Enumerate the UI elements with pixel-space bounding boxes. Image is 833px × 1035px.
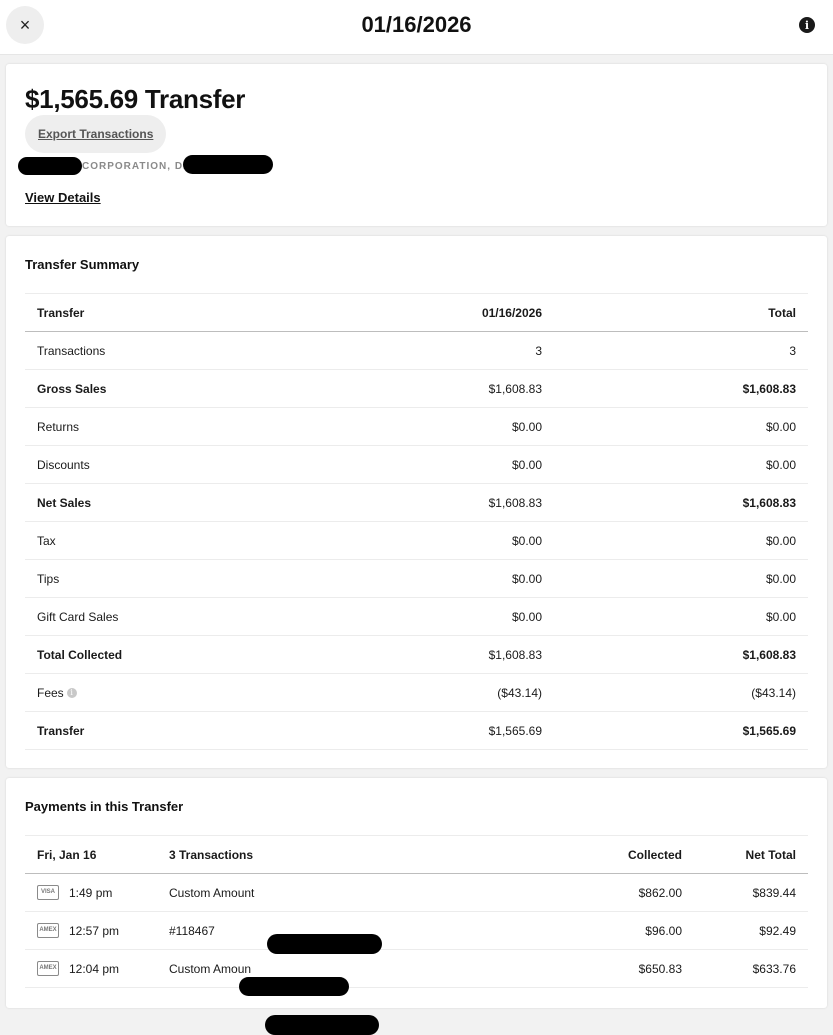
table-row: Transactions 3 3: [25, 331, 808, 370]
row-label: Fees: [37, 685, 64, 700]
payment-description: Custom Amount: [169, 885, 255, 900]
redaction-mark: [239, 976, 349, 996]
row-total-value: $1,608.83: [554, 635, 808, 674]
row-total-value: $1,565.69: [554, 711, 808, 750]
row-total-value: $0.00: [554, 597, 808, 636]
column-header: 3 Transactions: [157, 835, 561, 874]
row-label: Transactions: [25, 331, 340, 370]
info-icon: i: [804, 18, 810, 32]
payments-table: Fri, Jan 16 3 Transactions Collected Net…: [25, 835, 808, 1035]
row-label: Tax: [25, 521, 340, 560]
top-bar: × 01/16/2026 i: [0, 0, 833, 55]
row-date-value: $0.00: [340, 559, 554, 598]
payment-collected: $650.83: [561, 949, 694, 988]
table-row: Tax $0.00 $0.00: [25, 521, 808, 560]
row-date-value: $1,608.83: [340, 483, 554, 522]
redaction-mark: [183, 155, 273, 174]
redaction-mark: [265, 1014, 379, 1035]
table-header-row: Transfer 01/16/2026 Total: [25, 293, 808, 332]
payment-description-cell: Custom Amount: [157, 873, 561, 954]
payment-net-total: $839.44: [694, 873, 808, 912]
transfer-summary-title: Transfer Summary: [25, 257, 140, 272]
row-label: Gross Sales: [25, 369, 340, 408]
row-label: Transfer: [25, 711, 340, 750]
row-date-value: $0.00: [340, 407, 554, 446]
redaction-mark: [18, 157, 82, 175]
row-date-value: ($43.14): [340, 673, 554, 712]
row-total-value: $0.00: [554, 407, 808, 446]
table-header-row: Fri, Jan 16 3 Transactions Collected Net…: [25, 835, 808, 874]
transfer-amount-title: $1,565.69 Transfer: [25, 84, 246, 114]
redaction-mark: [267, 933, 382, 954]
row-total-value: $1,608.83: [554, 483, 808, 522]
payment-row[interactable]: AMEX 12:57 pm #118467 $96.00 $92.49: [25, 911, 808, 996]
table-row: Tips $0.00 $0.00: [25, 559, 808, 598]
fees-info-icon[interactable]: i: [66, 688, 77, 699]
amex-card-icon: AMEX: [37, 923, 59, 939]
payment-description-cell: Custom Amoun: [157, 949, 561, 1035]
payment-time-cell: VISA 1:49 pm: [25, 873, 157, 912]
row-date-value: 3: [340, 331, 554, 370]
info-button[interactable]: i: [799, 17, 815, 33]
column-header: Collected: [561, 835, 694, 874]
payment-net-total: $92.49: [694, 911, 808, 950]
row-date-value: $0.00: [340, 521, 554, 560]
row-date-value: $0.00: [340, 597, 554, 636]
payment-row[interactable]: AMEX 12:04 pm Custom Amoun $650.83 $633.7…: [25, 949, 808, 1035]
row-label: Returns: [25, 407, 340, 446]
table-row: Gift Card Sales $0.00 $0.00: [25, 597, 808, 636]
row-label: Gift Card Sales: [25, 597, 340, 636]
row-label: Total Collected: [25, 635, 340, 674]
payment-time-cell: AMEX 12:57 pm: [25, 911, 157, 950]
row-label: Net Sales: [25, 483, 340, 522]
transfer-overview-card: $1,565.69 Transfer Export Transactions C…: [6, 64, 827, 226]
row-label-cell: Fees i: [25, 673, 340, 712]
table-row: Net Sales $1,608.83 $1,608.83: [25, 483, 808, 522]
transfer-summary-card: Transfer Summary Transfer 01/16/2026 Tot…: [6, 236, 827, 768]
row-label: Discounts: [25, 445, 340, 484]
merchant-name: CORPORATION, DBA: [82, 161, 200, 172]
table-row: Transfer $1,565.69 $1,565.69: [25, 711, 808, 750]
table-row: Returns $0.00 $0.00: [25, 407, 808, 446]
payment-collected: $96.00: [561, 911, 694, 950]
row-total-value: ($43.14): [554, 673, 808, 712]
payment-time: 12:57 pm: [69, 923, 120, 938]
column-header: 01/16/2026: [340, 293, 554, 332]
payment-description: Custom Amoun: [169, 961, 252, 976]
row-total-value: $1,608.83: [554, 369, 808, 408]
row-date-value: $0.00: [340, 445, 554, 484]
table-row: Total Collected $1,608.83 $1,608.83: [25, 635, 808, 674]
amex-card-icon: AMEX: [37, 961, 59, 977]
payments-card: Payments in this Transfer Fri, Jan 16 3 …: [6, 778, 827, 1035]
column-header: Total: [554, 293, 808, 332]
transfer-summary-table: Transfer 01/16/2026 Total Transactions 3…: [25, 293, 808, 750]
payment-time-cell: AMEX 12:04 pm: [25, 949, 157, 988]
row-date-value: $1,608.83: [340, 635, 554, 674]
export-transactions-button[interactable]: Export Transactions: [25, 115, 167, 153]
row-total-value: $0.00: [554, 559, 808, 598]
payment-time: 1:49 pm: [69, 885, 113, 900]
row-label: Tips: [25, 559, 340, 598]
column-header: Fri, Jan 16: [25, 835, 157, 874]
table-row: Discounts $0.00 $0.00: [25, 445, 808, 484]
column-header: Net Total: [694, 835, 808, 874]
payment-row[interactable]: VISA 1:49 pm Custom Amount $862.00 $839.4…: [25, 873, 808, 954]
payment-description: #118467: [169, 923, 215, 938]
table-row: Fees i ($43.14) ($43.14): [25, 673, 808, 712]
visa-card-icon: VISA: [37, 885, 59, 901]
payment-time: 12:04 pm: [69, 961, 120, 976]
table-row: Gross Sales $1,608.83 $1,608.83: [25, 369, 808, 408]
row-total-value: $0.00: [554, 521, 808, 560]
row-total-value: 3: [554, 331, 808, 370]
page-title: 01/16/2026: [361, 12, 472, 37]
row-date-value: $1,608.83: [340, 369, 554, 408]
row-date-value: $1,565.69: [340, 711, 554, 750]
column-header: Transfer: [25, 293, 340, 332]
row-total-value: $0.00: [554, 445, 808, 484]
payment-net-total: $633.76: [694, 949, 808, 988]
payment-collected: $862.00: [561, 873, 694, 912]
payments-title: Payments in this Transfer: [25, 799, 184, 814]
view-details-link[interactable]: View Details: [25, 190, 101, 205]
